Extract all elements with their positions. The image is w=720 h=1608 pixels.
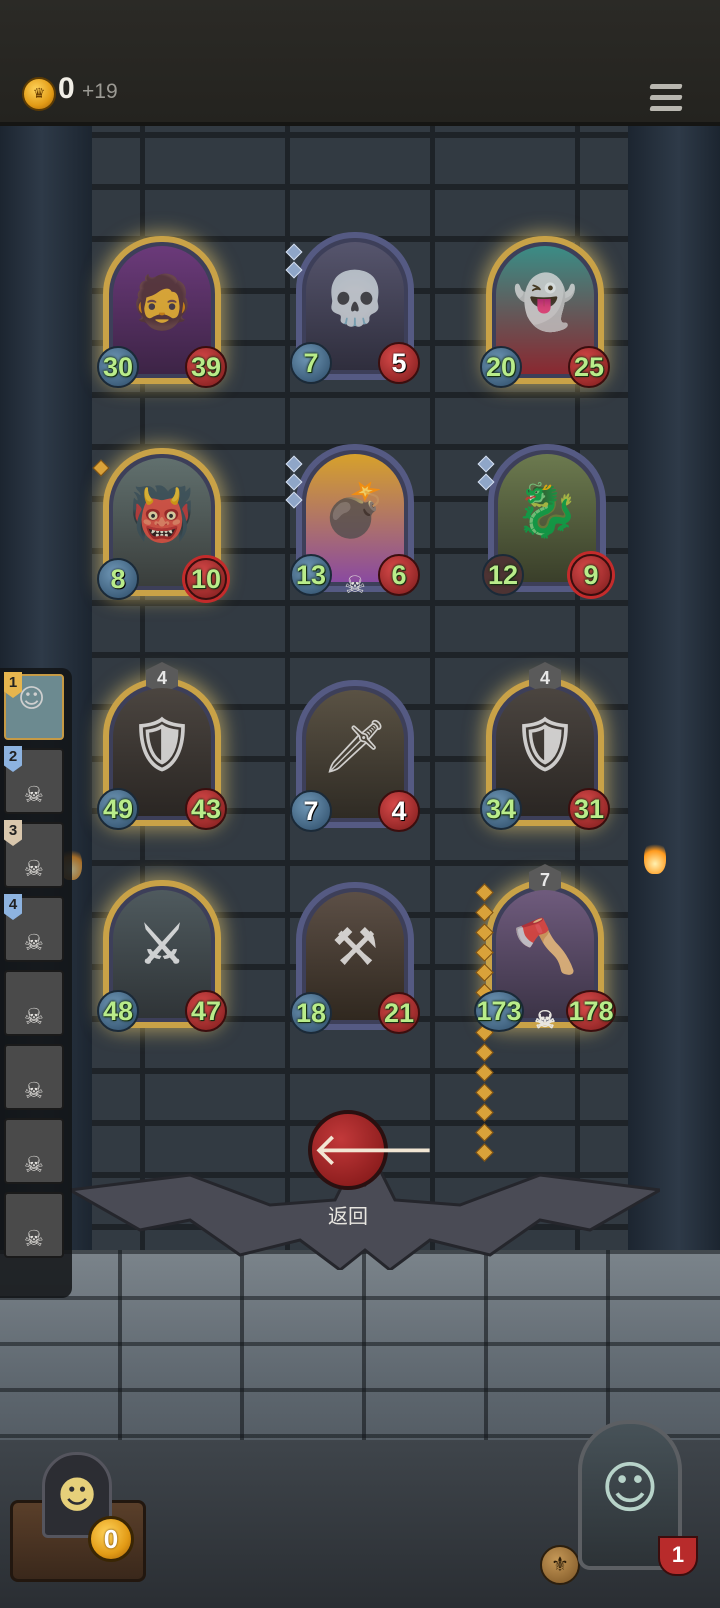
health-stat: 39 [185, 346, 227, 388]
skull-icon: ☠ [344, 571, 366, 599]
arrow-left-icon: 🡐 [312, 1122, 436, 1176]
minion-card[interactable]: 7 🪓 173 ☠ 178 [474, 864, 616, 1162]
player-hero-panel[interactable]: ☻ 0 [10, 1452, 146, 1582]
crown-coin-icon: ♛ [22, 77, 56, 111]
gold-amount: 0 [58, 72, 75, 105]
gold-income: +19 [82, 80, 118, 103]
health-stat: 4 [378, 790, 420, 832]
minion-card[interactable]: ⚒ 18 21 [290, 882, 420, 1034]
minion-card[interactable]: 💣 13 ☠ 6 [285, 444, 420, 598]
back-button[interactable]: 🡐 [308, 1110, 435, 1190]
hero-power-icon[interactable]: ⚜ [540, 1545, 580, 1585]
opponent-slot[interactable]: 4 ☠ [4, 894, 64, 962]
torch-flame-icon [644, 840, 666, 874]
minion-card[interactable]: 4 🛡 49 43 [97, 662, 227, 830]
skull-icon: ☠ [24, 931, 44, 956]
purple-dragon-icon: 🐉 [514, 481, 580, 541]
opponent-slot[interactable]: ☠ [4, 1118, 64, 1184]
opponent-slot[interactable]: ☠ [4, 1192, 64, 1258]
skull-icon: ☠ [24, 1079, 44, 1104]
health-stat: 6 [378, 554, 420, 596]
opponent-slot[interactable]: ☠ [4, 970, 64, 1036]
health-stat: 5 [378, 342, 420, 384]
health-stat: 21 [378, 992, 420, 1034]
menu-icon[interactable] [649, 84, 683, 114]
opponent-hero-panel[interactable]: ☺ 1 [578, 1420, 698, 1580]
health-stat: 43 [185, 788, 227, 830]
opponent-slot[interactable]: 3 ☠ [4, 820, 64, 888]
opponent-slot[interactable]: ☠ [4, 1044, 64, 1110]
attack-stat: 18 [290, 992, 332, 1034]
health-stat: 178 [566, 990, 616, 1032]
shield-knight-icon: 🛡 [128, 716, 195, 774]
opponent-slot[interactable]: 2 ☠ [4, 746, 64, 814]
shield-knight-icon: 🛡 [511, 716, 578, 774]
skull-icon: ☠ [24, 857, 44, 882]
skull-icon: ☠ [24, 1153, 44, 1178]
back-label: 返回 [328, 1204, 368, 1228]
attack-stat: 173 [474, 990, 524, 1032]
hooded-thief-icon: 🗡 [321, 717, 388, 777]
blacksmith-girl-icon: ⚒ [331, 918, 379, 978]
bandit-warrior-icon: 🪓 [512, 918, 578, 976]
minion-card[interactable]: ⚔ 48 47 [97, 880, 227, 1032]
health-stat: 31 [568, 788, 610, 830]
attack-stat: 48 [97, 990, 139, 1032]
health-stat: 47 [185, 990, 227, 1032]
health-stat: 25 [568, 346, 610, 388]
hooded-bomber-icon: 💣 [322, 481, 388, 541]
minion-card[interactable]: 🗡 7 4 [290, 680, 420, 832]
skull-icon: ☠ [24, 1227, 44, 1252]
attack-stat: 8 [97, 558, 139, 600]
green-ghost-icon: 👻 [512, 274, 578, 332]
medusa-hero-icon: ☺ [600, 1456, 660, 1521]
old-man-axe-icon: 🧔 [129, 274, 195, 332]
opponent-portrait-icon: ☺ [18, 684, 46, 714]
skull-icon: ☠ [24, 783, 44, 808]
minion-card[interactable]: 4 🛡 34 31 [480, 662, 610, 830]
attack-stat: 7 [290, 790, 332, 832]
horned-beast-icon: 👹 [129, 486, 195, 544]
attack-stat: 20 [480, 346, 522, 388]
health-stat: 9 [570, 554, 612, 596]
minion-card[interactable]: 💀 7 5 [285, 232, 420, 384]
health-stat: 10 [185, 558, 227, 600]
attack-stat: 30 [97, 346, 139, 388]
opponent-slot[interactable]: 1 ☺ [4, 672, 64, 740]
attack-stat: 49 [97, 788, 139, 830]
attack-stat: 13 [290, 554, 332, 596]
attack-stat: 12 [482, 554, 524, 596]
minion-card[interactable]: 👻 20 25 [480, 236, 610, 388]
attack-stat: 34 [480, 788, 522, 830]
attack-stat: 7 [290, 342, 332, 384]
hero-level-badge: 1 [658, 1536, 698, 1576]
minion-card[interactable]: 👹 8 10 [92, 448, 227, 600]
opponent-list: 1 ☺ 2 ☠ 3 ☠ 4 ☠ ☠ ☠ ☠ ☠ [0, 668, 72, 1298]
minion-card[interactable]: 🐉 12 9 [477, 444, 612, 596]
skull-mask-rogue-icon: 💀 [322, 269, 388, 329]
skull-icon: ☠ [24, 1005, 44, 1030]
right-pillar [628, 126, 720, 1276]
skull-icon: ☠ [534, 1007, 556, 1034]
plumed-knight-icon: ⚔ [138, 917, 186, 975]
minion-card[interactable]: 🧔 30 39 [97, 236, 227, 388]
player-coins: 0 [88, 1516, 134, 1562]
top-bar: ♛ 0 +19 [0, 0, 720, 126]
